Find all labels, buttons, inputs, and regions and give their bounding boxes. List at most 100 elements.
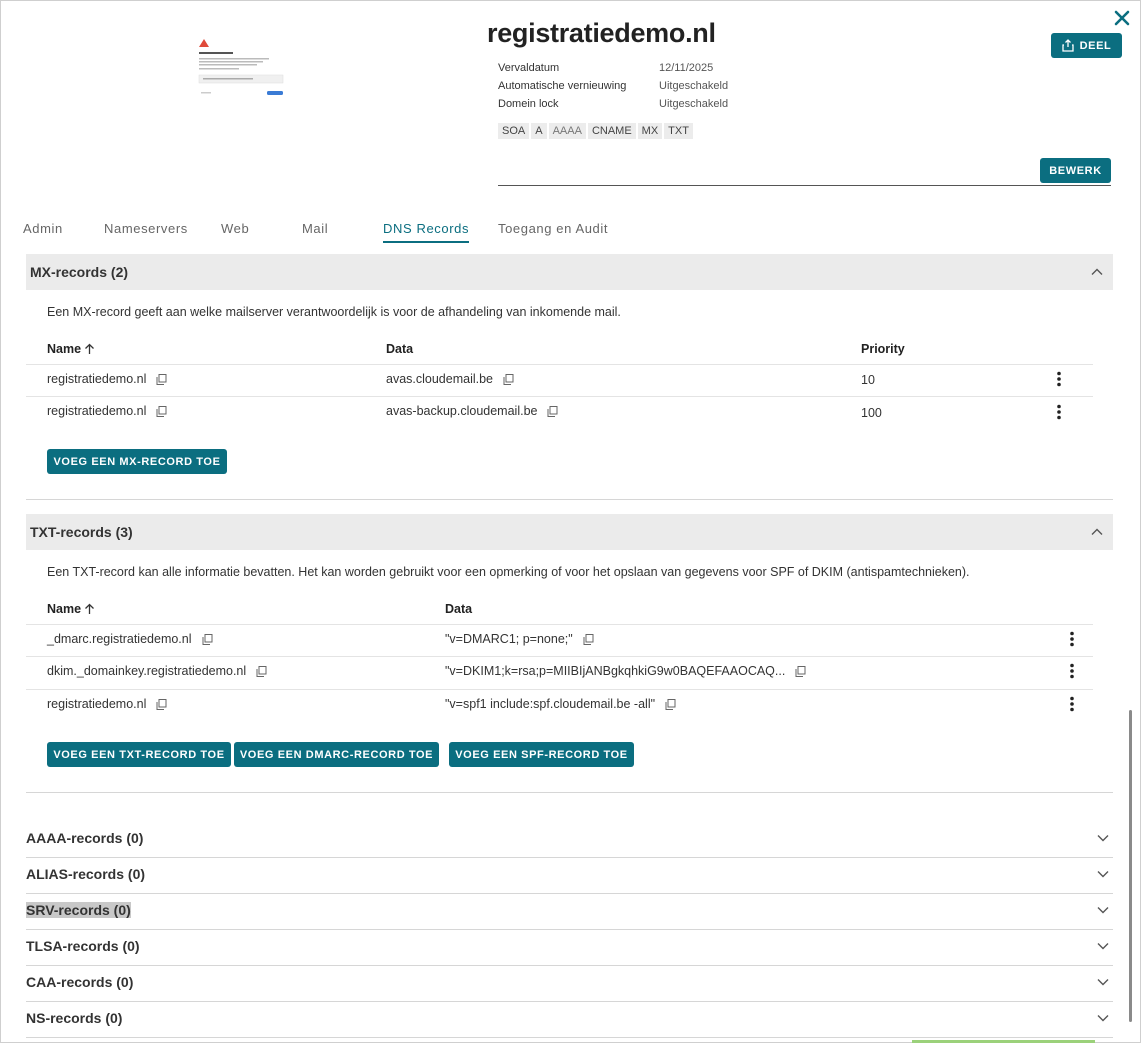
info-value: 12/11/2025: [659, 62, 714, 74]
more-options-icon[interactable]: [1056, 371, 1062, 387]
cell-text: "v=DMARC1; p=none;": [445, 632, 573, 646]
copy-icon[interactable]: [256, 665, 267, 677]
close-icon[interactable]: [1112, 8, 1132, 28]
copy-icon[interactable]: [503, 373, 514, 385]
copy-icon[interactable]: [156, 373, 167, 385]
copy-icon[interactable]: [795, 665, 806, 677]
txt-row-2-data: "v=DKIM1;k=rsa;p=MIIBIjANBgkqhkiG9w0BAQE…: [445, 664, 806, 678]
mx-row-2-data: avas-backup.cloudemail.be: [386, 404, 558, 418]
more-options-icon[interactable]: [1069, 696, 1075, 712]
mx-col-name[interactable]: Name: [47, 342, 95, 356]
cell-text: avas.cloudemail.be: [386, 372, 494, 386]
chevron-down-icon: [1097, 1015, 1109, 1022]
txt-row-3-data: "v=spf1 include:spf.cloudemail.be -all": [445, 697, 676, 711]
section-title: ALIAS-records (0): [26, 866, 146, 882]
cell-text: "v=DKIM1;k=rsa;p=MIIBIjANBgkqhkiG9w0BAQE…: [445, 664, 786, 678]
info-auto-renew: Automatische vernieuwing Uitgeschakeld: [498, 80, 728, 92]
txt-row-1-name: _dmarc.registratiedemo.nl: [47, 632, 213, 646]
more-options-icon[interactable]: [1056, 404, 1062, 420]
sort-arrow-up-icon: [85, 603, 95, 614]
cell-text: "v=spf1 include:spf.cloudemail.be -all": [445, 697, 656, 711]
more-options-icon[interactable]: [1069, 663, 1075, 679]
tab-access-audit[interactable]: Toegang en Audit: [498, 221, 608, 236]
txt-row-3-name: registratiedemo.nl: [47, 697, 167, 711]
tab-dns-records[interactable]: DNS Records: [383, 221, 469, 236]
tab-web[interactable]: Web: [221, 221, 249, 236]
info-value: Uitgeschakeld: [659, 80, 729, 92]
tab-admin[interactable]: Admin: [23, 221, 63, 236]
chevron-down-icon: [1097, 835, 1109, 842]
chevron-down-icon: [1097, 907, 1109, 914]
caa-records-section[interactable]: CAA-records (0): [26, 966, 1113, 1002]
record-tag: CNAME: [587, 123, 636, 139]
column-label: Name: [47, 342, 82, 356]
chevron-down-icon: [1097, 979, 1109, 986]
more-options-icon[interactable]: [1069, 631, 1075, 647]
row-divider: [26, 624, 1093, 625]
mx-row-1-name: registratiedemo.nl: [47, 372, 167, 386]
cell-text: _dmarc.registratiedemo.nl: [47, 632, 192, 646]
copy-icon[interactable]: [156, 698, 167, 710]
edit-button[interactable]: BEWERK: [1040, 158, 1111, 183]
record-tags: SOA A AAAA CNAME MX TXT: [498, 123, 693, 139]
mx-row-2-priority: 100: [861, 406, 882, 420]
info-label: Domein lock: [498, 98, 559, 110]
txt-section-header[interactable]: TXT-records (3): [26, 514, 1113, 550]
info-expiry: Vervaldatum 12/11/2025: [498, 62, 713, 74]
record-tag: TXT: [664, 123, 693, 139]
alias-records-section[interactable]: ALIAS-records (0): [26, 858, 1113, 894]
row-divider: [26, 689, 1093, 690]
mx-col-priority[interactable]: Priority: [861, 342, 905, 356]
section-title: TLSA-records (0): [26, 938, 140, 954]
chevron-up-icon: [1091, 268, 1103, 275]
record-tag: AAAA: [548, 123, 586, 139]
tab-nameservers[interactable]: Nameservers: [104, 221, 188, 236]
copy-icon[interactable]: [156, 405, 167, 417]
info-label: Vervaldatum: [498, 62, 560, 74]
scrollbar-thumb[interactable]: [1129, 710, 1132, 1022]
info-value: Uitgeschakeld: [659, 98, 729, 110]
active-tab-indicator: [383, 241, 469, 243]
cell-text: avas-backup.cloudemail.be: [386, 404, 538, 418]
copy-icon[interactable]: [583, 633, 594, 645]
section-title: NS-records (0): [26, 1010, 123, 1026]
add-spf-record-button[interactable]: VOEG EEN SPF-RECORD TOE: [449, 742, 634, 767]
share-button[interactable]: DEEL: [1051, 33, 1122, 58]
row-divider: [26, 364, 1093, 365]
copy-icon[interactable]: [202, 633, 213, 645]
info-domain-lock: Domein lock Uitgeschakeld: [498, 98, 728, 110]
section-title: CAA-records (0): [26, 974, 134, 990]
mx-section-title: MX-records (2): [30, 264, 129, 280]
info-label: Automatische vernieuwing: [498, 80, 627, 92]
tlsa-records-section[interactable]: TLSA-records (0): [26, 930, 1113, 966]
add-txt-record-button[interactable]: VOEG EEN TXT-RECORD TOE: [47, 742, 231, 767]
cell-text: dkim._domainkey.registratiedemo.nl: [47, 664, 247, 678]
record-tag: MX: [637, 123, 663, 139]
sort-arrow-up-icon: [85, 343, 95, 354]
ns-records-section[interactable]: NS-records (0): [26, 1002, 1113, 1038]
txt-row-1-data: "v=DMARC1; p=none;": [445, 632, 594, 646]
mx-row-1-data: avas.cloudemail.be: [386, 372, 514, 386]
mx-col-data[interactable]: Data: [386, 342, 413, 356]
txt-col-data[interactable]: Data: [445, 602, 472, 616]
website-preview-thumbnail: [198, 39, 284, 95]
share-button-label: DEEL: [1079, 39, 1112, 52]
aaaa-records-section[interactable]: AAAA-records (0): [26, 822, 1113, 858]
tab-mail[interactable]: Mail: [302, 221, 328, 236]
section-divider: [26, 792, 1113, 793]
chevron-down-icon: [1097, 943, 1109, 950]
srv-records-section[interactable]: SRV-records (0): [26, 894, 1113, 930]
add-mx-record-button[interactable]: VOEG EEN MX-RECORD TOE: [47, 449, 227, 474]
txt-section-title: TXT-records (3): [30, 524, 133, 540]
mx-section-header[interactable]: MX-records (2): [26, 254, 1113, 290]
section-divider: [26, 499, 1113, 500]
add-dmarc-record-button[interactable]: VOEG EEN DMARC-RECORD TOE: [234, 742, 439, 767]
txt-description: Een TXT-record kan alle informatie bevat…: [47, 565, 970, 579]
copy-icon[interactable]: [665, 698, 676, 710]
row-divider: [26, 396, 1093, 397]
copy-icon[interactable]: [547, 405, 558, 417]
section-title: AAAA-records (0): [26, 830, 144, 846]
record-tag: SOA: [498, 123, 530, 139]
txt-col-name[interactable]: Name: [47, 602, 95, 616]
cell-text: registratiedemo.nl: [47, 372, 147, 386]
